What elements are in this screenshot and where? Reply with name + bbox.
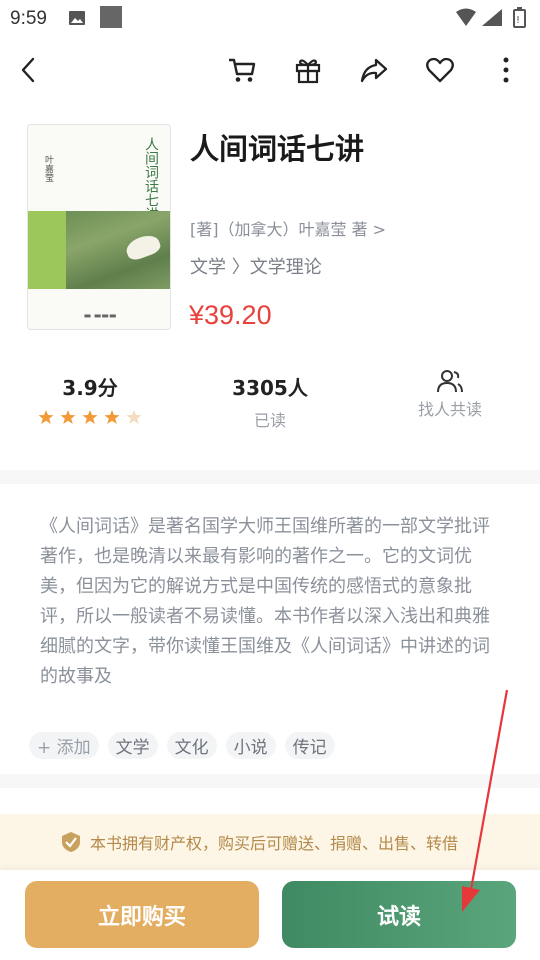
- buy-now-button[interactable]: 立即购买: [25, 881, 259, 948]
- book-description: 《人间词话》是著名国学大师王国维所著的一部文学批评著作，也是晚清以来最有影响的著…: [40, 516, 490, 687]
- more-button[interactable]: [488, 52, 524, 88]
- cover-flower: [123, 231, 163, 263]
- gift-button[interactable]: [290, 52, 326, 88]
- signal-icon: [482, 9, 502, 26]
- tag-item[interactable]: 传记: [284, 732, 335, 759]
- star-icon: [126, 410, 142, 424]
- readers-label: 已读: [253, 411, 286, 430]
- book-title: 人间词话七讲: [190, 132, 365, 166]
- heart-icon: [426, 57, 454, 83]
- rating-stat: 3.9分: [10, 372, 170, 425]
- wifi-icon: [456, 8, 476, 26]
- book-cover[interactable]: 人间词话七讲 叶嘉莹 ▬ ▬▬▬: [27, 124, 171, 330]
- back-button[interactable]: [10, 52, 46, 88]
- author-link[interactable]: [著]（加拿大）叶嘉莹 著 >: [190, 216, 386, 240]
- rating-stars: [10, 409, 170, 425]
- trial-read-button[interactable]: 试读: [282, 881, 516, 948]
- bottom-action-bar: 立即购买 试读: [0, 870, 540, 960]
- cover-publisher-mark: ▬ ▬▬▬: [83, 311, 117, 320]
- notice-text: 本书拥有财产权，购买后可赠送、捐赠、出售、转借: [90, 834, 459, 853]
- find-coreaders-button[interactable]: 找人共读: [370, 368, 530, 420]
- image-notification-icon: [69, 11, 85, 25]
- add-tag-button[interactable]: + 添加: [29, 732, 99, 759]
- star-icon: [38, 410, 54, 424]
- people-icon: [437, 370, 463, 393]
- tag-item[interactable]: 文学: [107, 732, 158, 759]
- cart-icon: [229, 58, 256, 82]
- gift-icon: [295, 59, 321, 84]
- readers-count: 3305人: [232, 376, 308, 400]
- book-price: ¥39.20: [189, 300, 272, 330]
- readers-stat: 3305人 已读: [190, 372, 350, 431]
- share-button[interactable]: [356, 52, 392, 88]
- cover-title: 人间词话七讲: [143, 137, 159, 221]
- cover-green-band: [28, 211, 66, 289]
- star-icon: [60, 410, 76, 424]
- category-link[interactable]: 文学 〉文学理论: [190, 253, 322, 279]
- top-nav: [0, 44, 540, 96]
- cart-button[interactable]: [224, 52, 260, 88]
- tag-list: + 添加 文学 文化 小说 传记: [29, 732, 335, 759]
- section-divider: [0, 774, 540, 788]
- find-coreaders-label: 找人共读: [417, 400, 482, 419]
- status-bar: 9:59 !: [0, 0, 540, 38]
- cover-photo: [66, 211, 170, 289]
- tag-item[interactable]: 小说: [225, 732, 276, 759]
- rating-value: 3.9分: [62, 376, 118, 400]
- star-icon: [104, 410, 120, 424]
- ownership-notice: 本书拥有财产权，购买后可赠送、捐赠、出售、转借: [0, 814, 540, 870]
- share-icon: [360, 58, 388, 83]
- more-icon: [503, 57, 509, 83]
- status-time: 9:59: [10, 8, 47, 29]
- favorite-button[interactable]: [422, 52, 458, 88]
- back-icon: [21, 57, 35, 83]
- tag-item[interactable]: 文化: [166, 732, 217, 759]
- star-icon: [82, 410, 98, 424]
- section-divider: [0, 470, 540, 484]
- system-status-icons: !: [456, 7, 526, 28]
- verified-shield-icon: [62, 832, 80, 852]
- svg-text:!: !: [516, 15, 520, 26]
- notification-square-icon: [100, 6, 122, 28]
- cover-author: 叶嘉莹: [43, 155, 53, 182]
